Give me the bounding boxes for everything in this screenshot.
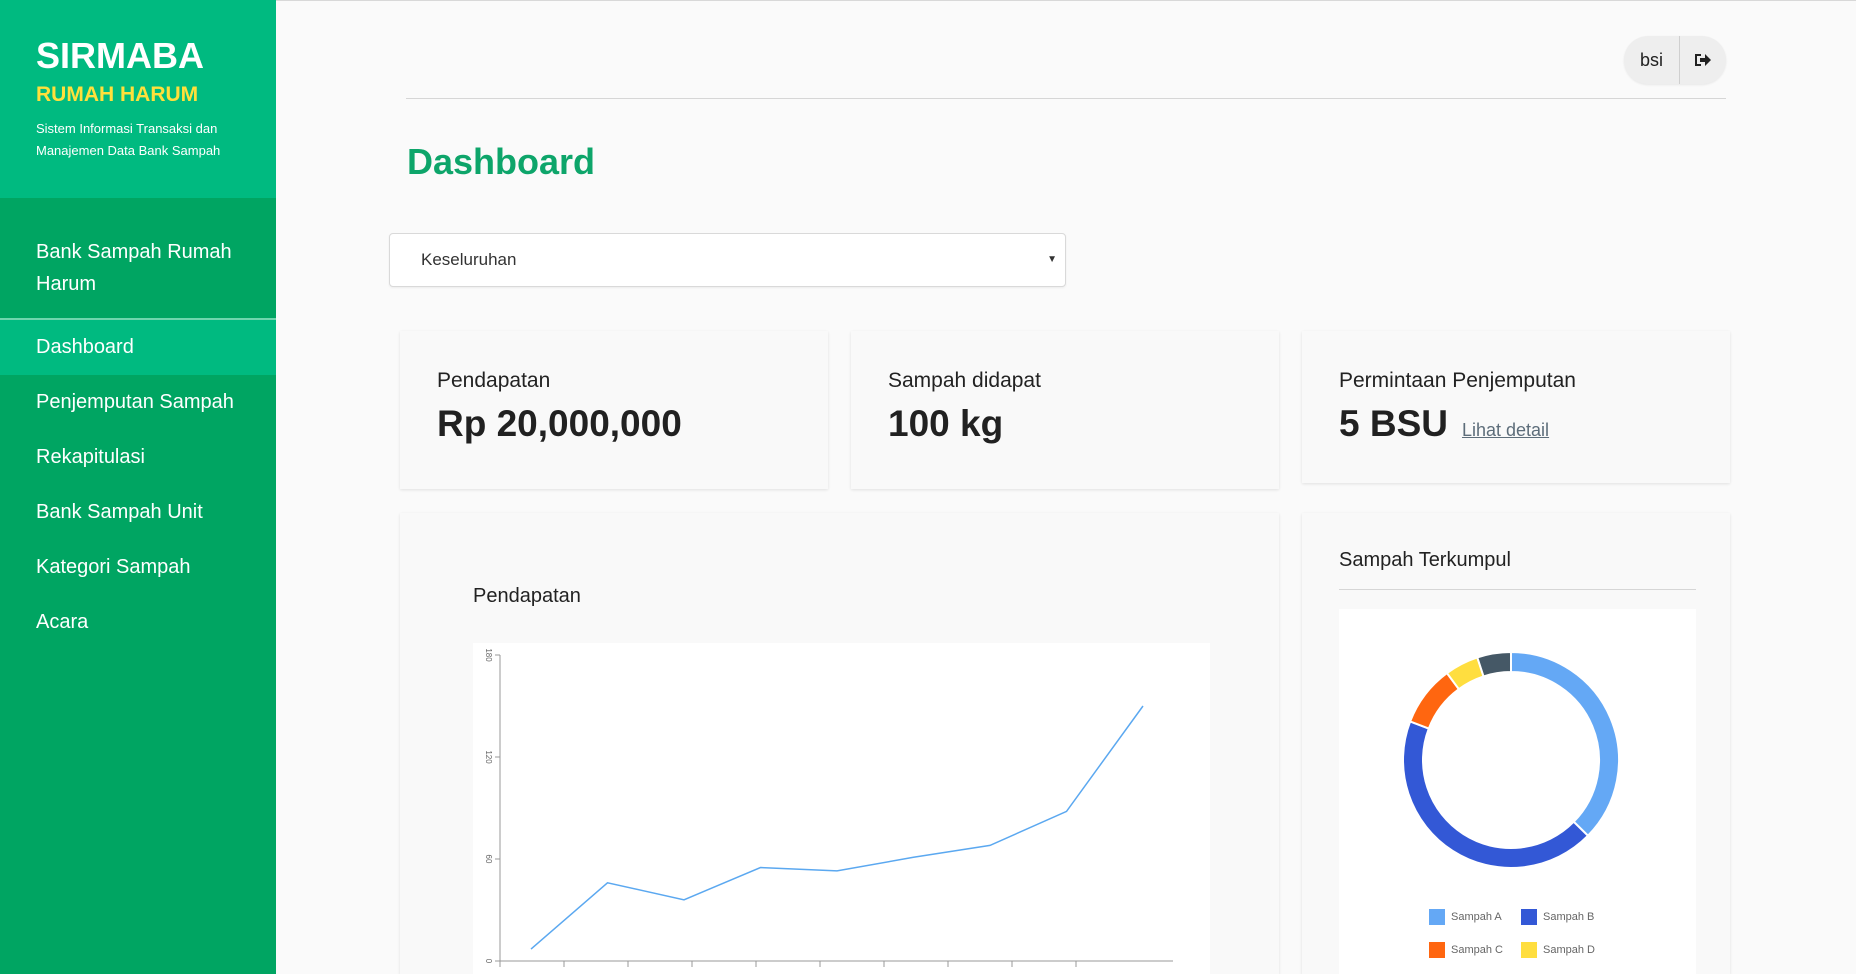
pickup-value: 5 BSU	[1339, 403, 1448, 444]
income-value: Rp 20,000,000	[437, 403, 682, 444]
pickup-detail-link[interactable]: Lihat detail	[1462, 420, 1549, 440]
legend-label-sampah-d: Sampah D	[1543, 944, 1595, 956]
pickup-label: Permintaan Penjemputan	[1339, 369, 1576, 392]
legend-sampah-b: Sampah B	[1521, 909, 1594, 925]
sidebar-item-penjemputan-sampah[interactable]: Penjemputan Sampah	[0, 375, 276, 430]
y-tick-label: 120	[484, 750, 493, 764]
legend-sampah-c: Sampah C	[1429, 942, 1503, 958]
donut-slice-sampah-b	[1402, 720, 1590, 869]
scope-select-value: Keseluruhan	[421, 250, 517, 269]
pickup-value-row: 5 BSU Lihat detail	[1339, 403, 1549, 445]
sidebar-item-bank-sampah-unit[interactable]: Bank Sampah Unit	[0, 485, 276, 540]
sidebar-nav: Dashboard Penjemputan Sampah Rekapitulas…	[0, 320, 276, 650]
legend-sampah-a: Sampah A	[1429, 909, 1502, 925]
income-chart-area: 0 60 120 180	[473, 643, 1210, 974]
app-title: SIRMABA	[36, 35, 204, 76]
y-tick-label: 180	[484, 648, 493, 662]
scope-select[interactable]: Keseluruhan ▼	[389, 233, 1066, 287]
legend-label-sampah-c: Sampah C	[1451, 944, 1503, 956]
income-chart-card: Pendapatan 0 60 120 180	[400, 513, 1279, 974]
waste-donut-chart	[1402, 650, 1620, 869]
income-label: Pendapatan	[437, 369, 551, 392]
waste-chart-area: Sampah A Sampah B Sampah C Sampah D	[1339, 609, 1696, 974]
user-menu: bsi	[1623, 36, 1726, 84]
sidebar-item-dashboard[interactable]: Dashboard	[0, 320, 276, 375]
top-bar: bsi	[406, 1, 1726, 99]
y-tick-label: 60	[484, 855, 493, 864]
user-name-button[interactable]: bsi	[1624, 36, 1680, 84]
logout-button[interactable]	[1680, 36, 1726, 84]
sidebar-item-acara[interactable]: Acara	[0, 595, 276, 650]
waste-chart-title: Sampah Terkumpul	[1339, 549, 1511, 571]
legend-swatch-sampah-a	[1429, 909, 1445, 925]
caret-down-icon: ▼	[1047, 254, 1057, 265]
app-description: Sistem Informasi Transaksi dan Manajemen…	[36, 121, 221, 158]
pickup-stat-card: Permintaan Penjemputan 5 BSU Lihat detail	[1302, 331, 1730, 483]
sign-out-icon	[1695, 54, 1711, 66]
legend-sampah-d: Sampah D	[1521, 942, 1595, 958]
waste-chart-divider	[1339, 589, 1696, 590]
income-line-chart: 0 60 120 180	[484, 648, 1173, 967]
app-subtitle: RUMAH HARUM	[36, 83, 199, 106]
legend-label-sampah-a: Sampah A	[1451, 911, 1502, 923]
legend-swatch-sampah-d	[1521, 942, 1537, 958]
waste-chart-card: Sampah Terkumpul Sampah A Sampah B Sampa…	[1302, 513, 1730, 974]
waste-stat-card: Sampah didapat 100 kg	[851, 331, 1279, 489]
donut-slice-sampah-a	[1510, 650, 1620, 838]
income-stat-card: Pendapatan Rp 20,000,000	[400, 331, 828, 489]
sidebar-item-kategori-sampah[interactable]: Kategori Sampah	[0, 540, 276, 595]
donut-slice-lainnya	[1476, 650, 1512, 678]
income-chart-title: Pendapatan	[473, 585, 581, 607]
sidebar: SIRMABA RUMAH HARUM Sistem Informasi Tra…	[0, 0, 276, 974]
donut-slice-sampah-c	[1408, 671, 1461, 730]
sidebar-item-rekapitulasi[interactable]: Rekapitulasi	[0, 430, 276, 485]
legend-swatch-sampah-b	[1521, 909, 1537, 925]
legend-swatch-sampah-c	[1429, 942, 1445, 958]
main-content: bsi Dashboard Keseluruhan ▼ Pendapatan R…	[276, 0, 1856, 974]
income-series-line	[530, 705, 1144, 950]
page-title: Dashboard	[407, 141, 596, 182]
y-tick-label: 0	[484, 959, 493, 964]
legend-label-sampah-b: Sampah B	[1543, 911, 1595, 923]
waste-value: 100 kg	[888, 403, 1004, 444]
sidebar-org-name[interactable]: Bank Sampah Rumah Harum	[0, 198, 276, 320]
waste-label: Sampah didapat	[888, 369, 1041, 392]
brand-header: SIRMABA RUMAH HARUM Sistem Informasi Tra…	[0, 0, 276, 198]
